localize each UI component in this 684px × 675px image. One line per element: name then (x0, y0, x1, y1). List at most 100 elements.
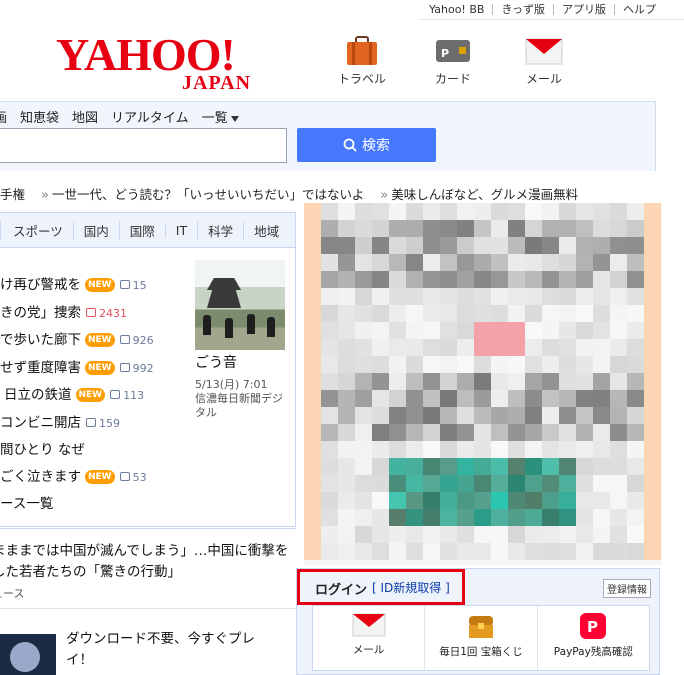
ad-pixel (355, 373, 372, 390)
service-travel[interactable]: トラベル (326, 36, 398, 87)
game-thumbnail[interactable] (0, 634, 56, 675)
ad-pixel (304, 356, 321, 373)
ad-pixel (338, 237, 355, 254)
ad-pixel (440, 373, 457, 390)
ad-pixel (525, 509, 542, 526)
person-shape (247, 314, 255, 334)
ad-pixel (440, 526, 457, 543)
news-headline[interactable]: け再び警戒を NEW 15 (0, 272, 154, 300)
comment-count: 992 (120, 362, 154, 375)
headline-text: ース一覧 (0, 496, 54, 512)
news-headline[interactable]: ごく泣きます NEW 53 (0, 464, 154, 492)
ad-pixel (525, 492, 542, 509)
ad-pixel (406, 220, 423, 237)
tab-international[interactable]: 国際 (118, 220, 165, 240)
top-link-app[interactable]: アプリ版 (562, 1, 606, 17)
ad-pixel (372, 441, 389, 458)
category-link-list[interactable]: 一覧 (202, 107, 239, 126)
ad-pixel (355, 526, 372, 543)
ad-pixel (304, 305, 321, 322)
ad-pixel (372, 237, 389, 254)
ad-pixel (355, 475, 372, 492)
ad-pixel (440, 220, 457, 237)
ad-pixel (593, 203, 610, 220)
ad-pixel (491, 220, 508, 237)
news-headline[interactable]: 間ひとり なぜ (0, 437, 154, 464)
ad-pixel (474, 237, 491, 254)
login-service-paypay[interactable]: P PayPay残高確認 (536, 606, 649, 670)
ad-pixel (423, 492, 440, 509)
news-photo[interactable] (195, 260, 285, 350)
ad-pixel (304, 220, 321, 237)
ad-banner[interactable] (304, 203, 662, 565)
news-headline[interactable]: で歩いた廊下 NEW 926 (0, 327, 154, 355)
trend-item[interactable]: 一世一代、どう読む？「いっせいいちだい」ではないよ (52, 187, 364, 202)
category-link-realtime[interactable]: リアルタイム (111, 107, 189, 126)
ad-pixel (406, 509, 423, 526)
ad-pixel (423, 543, 440, 560)
photo-caption[interactable]: ごう音 (195, 352, 290, 372)
login-service-mail[interactable]: メール (313, 606, 424, 670)
ad-pixel (389, 271, 406, 288)
top-link-kids[interactable]: きっず版 (501, 1, 545, 17)
tab-domestic[interactable]: 国内 (72, 220, 119, 240)
ad-pixel (542, 288, 559, 305)
ad-pixel (491, 458, 508, 475)
register-link[interactable]: [ ID新規取得 ] (372, 579, 450, 596)
ad-pixel (321, 254, 338, 271)
yahoo-logo[interactable]: YAHOO! JAPAN (56, 29, 272, 94)
service-card[interactable]: P カード (417, 36, 489, 87)
ad-pixel (593, 254, 610, 271)
ad-pixel (627, 339, 644, 356)
trend-item[interactable]: 手権 (0, 187, 25, 202)
ad-pixel (508, 407, 525, 424)
search-button[interactable]: 検索 (297, 128, 436, 162)
top-link-help[interactable]: ヘルプ (623, 1, 656, 17)
story-item[interactable]: ダウンロード不要、今すぐプレ イ！ (66, 629, 255, 671)
category-link-map[interactable]: 地図 (72, 107, 98, 126)
ad-pixel (406, 356, 423, 373)
tab-it[interactable]: IT (164, 222, 197, 238)
search-input[interactable] (0, 128, 287, 163)
ad-pixel (440, 543, 457, 560)
ad-pixel (542, 254, 559, 271)
tab-local[interactable]: 地域 (243, 220, 289, 240)
story-item[interactable]: まままでは中国が滅んでしまう」…中国に衝撃を した若者たちの「驚きの行動」 ュー… (0, 541, 288, 604)
tab-science[interactable]: 科学 (197, 220, 243, 240)
ad-pixel (321, 543, 338, 560)
ad-pixel (559, 407, 576, 424)
top-link-yahoo-bb[interactable]: Yahoo! BB (429, 3, 484, 16)
ad-pixel (474, 373, 491, 390)
ad-pixel (644, 203, 661, 220)
ad-pixel (406, 322, 423, 339)
ad-pixel (576, 390, 593, 407)
category-link-chiebukuro[interactable]: 知恵袋 (20, 107, 59, 126)
ad-pixel (355, 407, 372, 424)
ad-pixel (406, 288, 423, 305)
registration-info-button[interactable]: 登録情報 (603, 579, 651, 598)
ad-pixel (644, 271, 661, 288)
ad-pixel (593, 492, 610, 509)
ad-pixel (440, 339, 457, 356)
ad-pixel (321, 373, 338, 390)
news-headline[interactable]: せず重度障害 NEW 992 (0, 355, 154, 383)
tab-sports[interactable]: スポーツ (0, 220, 73, 240)
trend-item[interactable]: 美味しんぼなど、グルメ漫画無料 (391, 187, 578, 202)
service-mail[interactable]: メール (508, 36, 580, 87)
login-service-treasure[interactable]: 毎日1回 宝箱くじ (424, 606, 536, 670)
ad-pixel (610, 254, 627, 271)
ad-pixel (610, 373, 627, 390)
ad-pixel (389, 526, 406, 543)
news-headline[interactable]: きの党」捜索 2431 (0, 300, 154, 328)
ad-pixel (508, 390, 525, 407)
news-headline[interactable]: 日立の鉄道 NEW 113 (0, 382, 154, 410)
news-list-all-link[interactable]: ース一覧 (0, 491, 154, 518)
news-headline[interactable]: コンビニ開店 159 (0, 410, 154, 438)
service-label: 毎日1回 宝箱くじ (439, 646, 523, 658)
comment-count: 2431 (86, 307, 127, 320)
ad-pixel (525, 339, 542, 356)
comment-count: 926 (120, 334, 154, 347)
category-link-partial[interactable]: 画 (0, 107, 7, 126)
login-link[interactable]: ログイン (315, 579, 367, 598)
ad-pixel (355, 305, 372, 322)
